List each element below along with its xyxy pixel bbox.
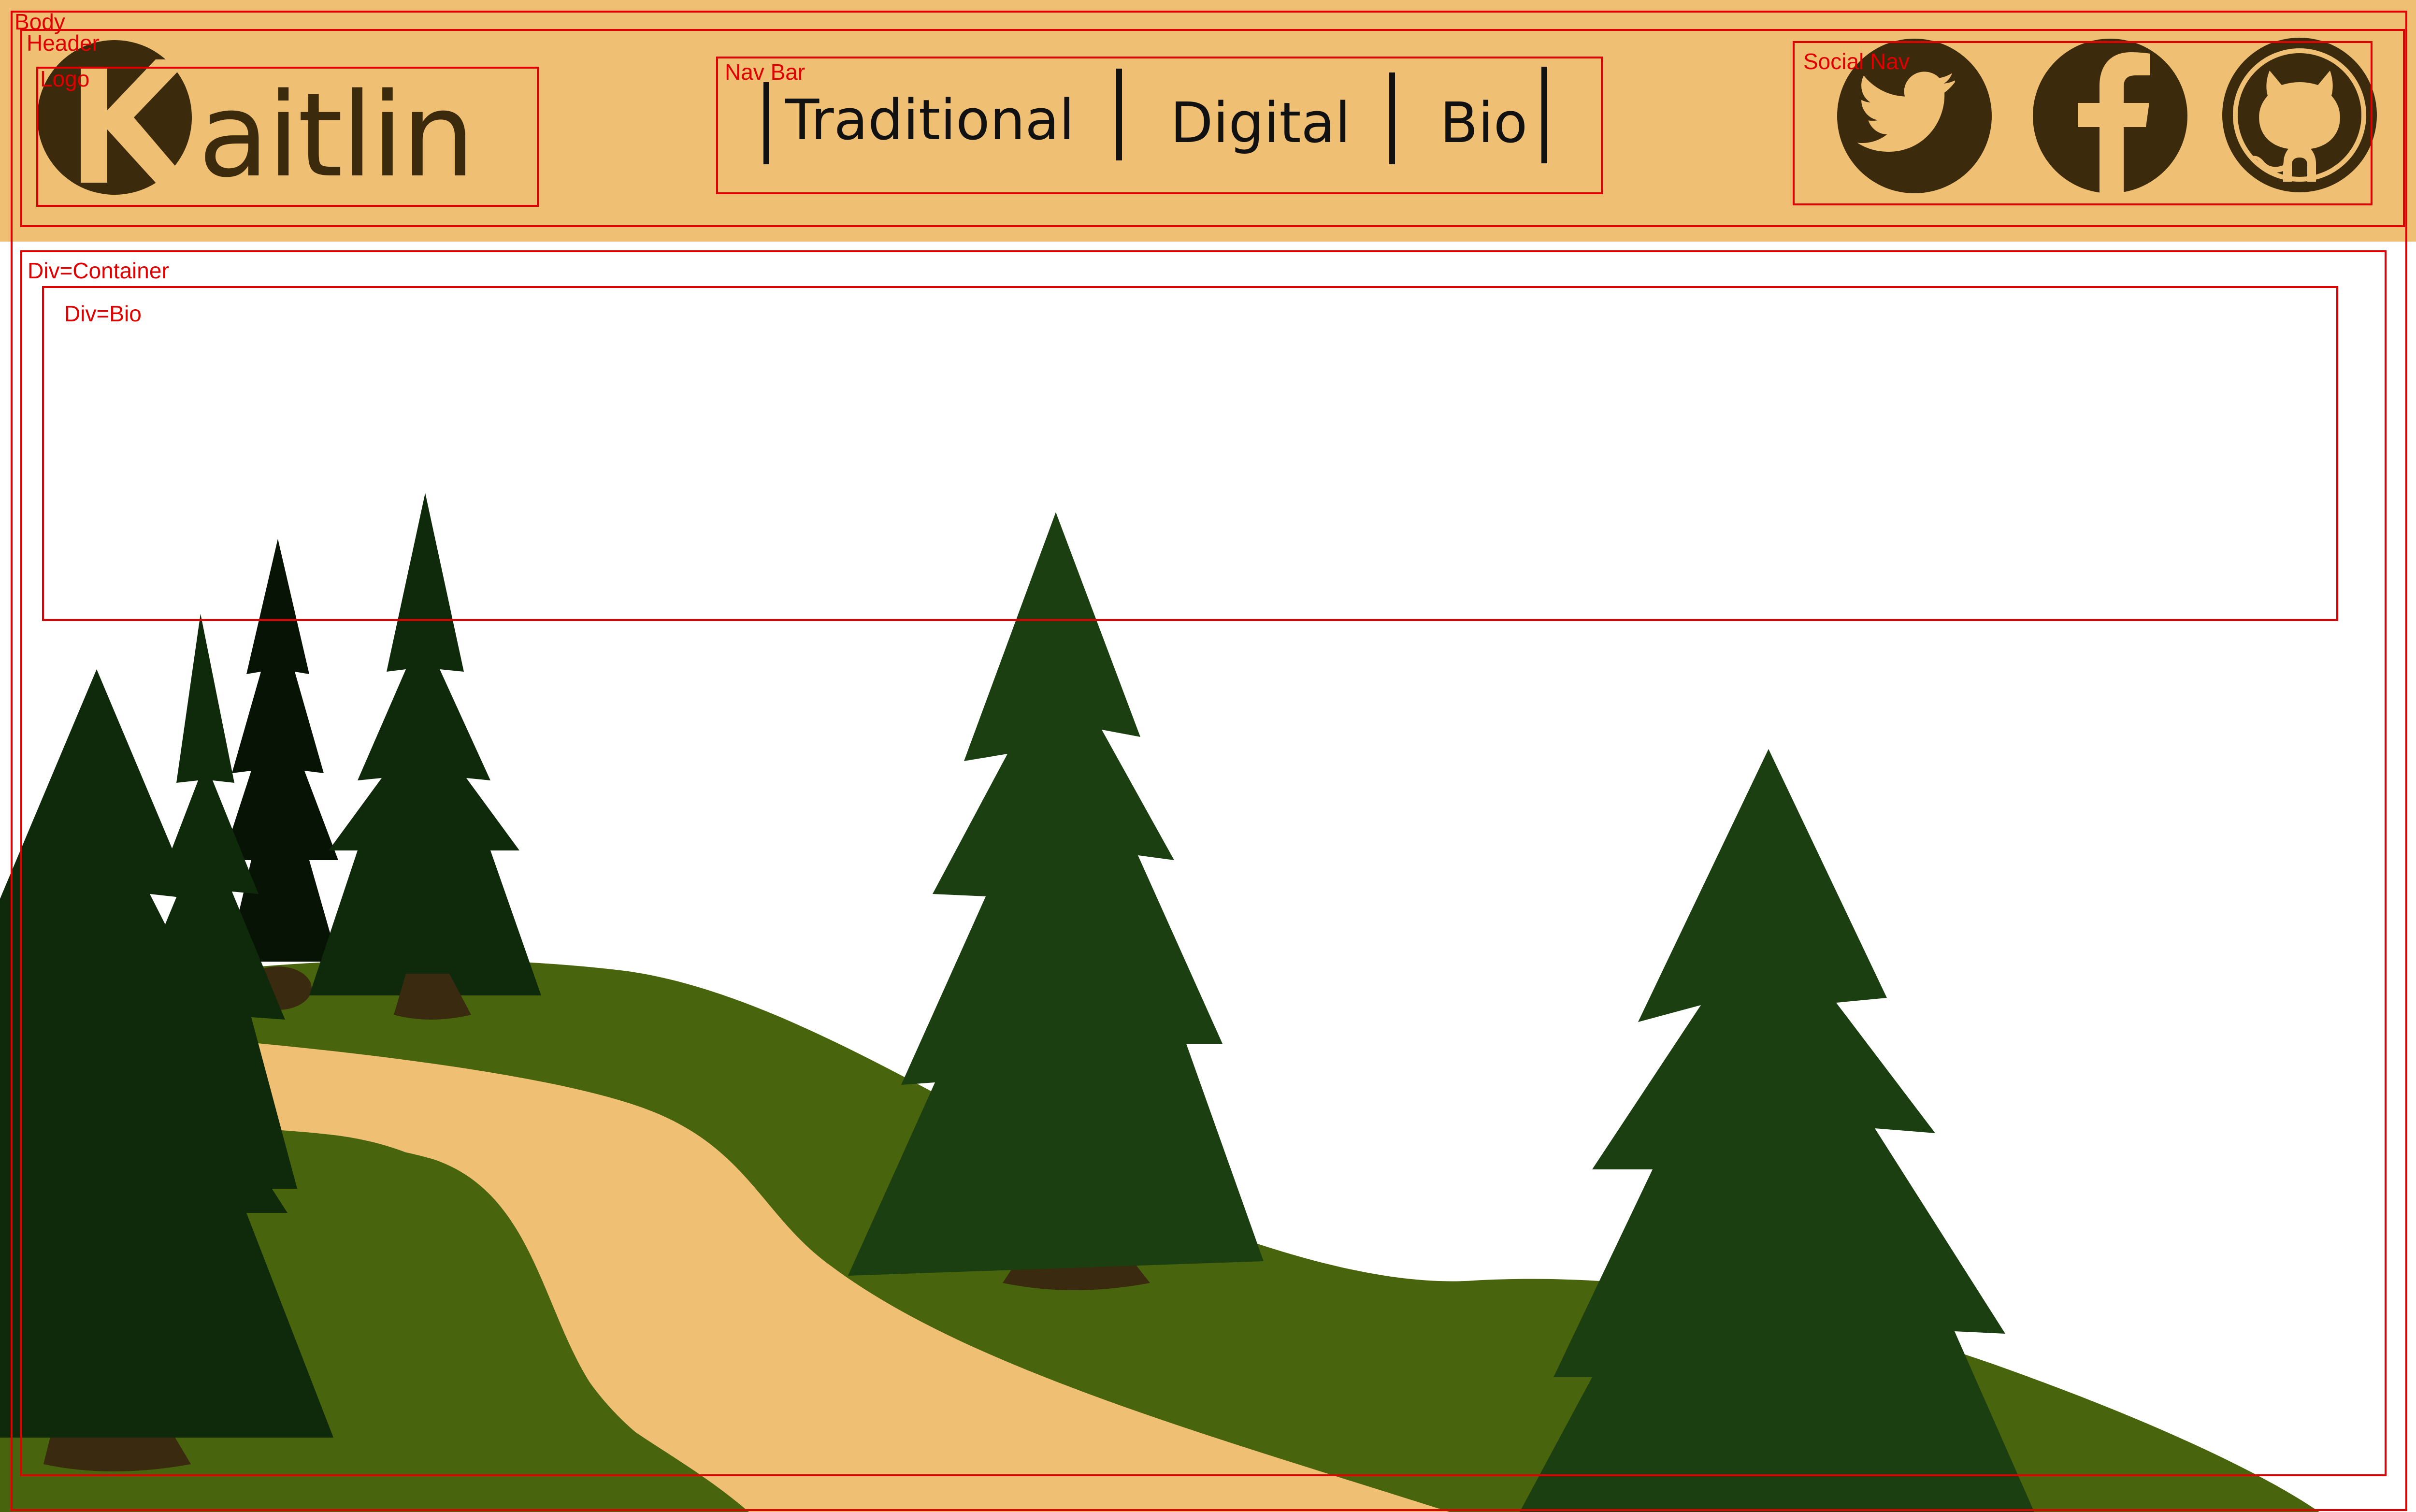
header-label: Header: [27, 30, 100, 56]
bio-label: Div=Bio: [64, 301, 142, 326]
social-nav-label: Social Nav: [1803, 49, 1910, 74]
bio-box: [42, 286, 2338, 621]
container-label: Div=Container: [28, 258, 169, 283]
logo-box: [36, 67, 539, 207]
nav-bar-label: Nav Bar: [725, 59, 805, 85]
logo-label: Logo: [40, 66, 90, 91]
body-label: Body: [14, 9, 65, 34]
nav-bar-box: [716, 57, 1603, 194]
